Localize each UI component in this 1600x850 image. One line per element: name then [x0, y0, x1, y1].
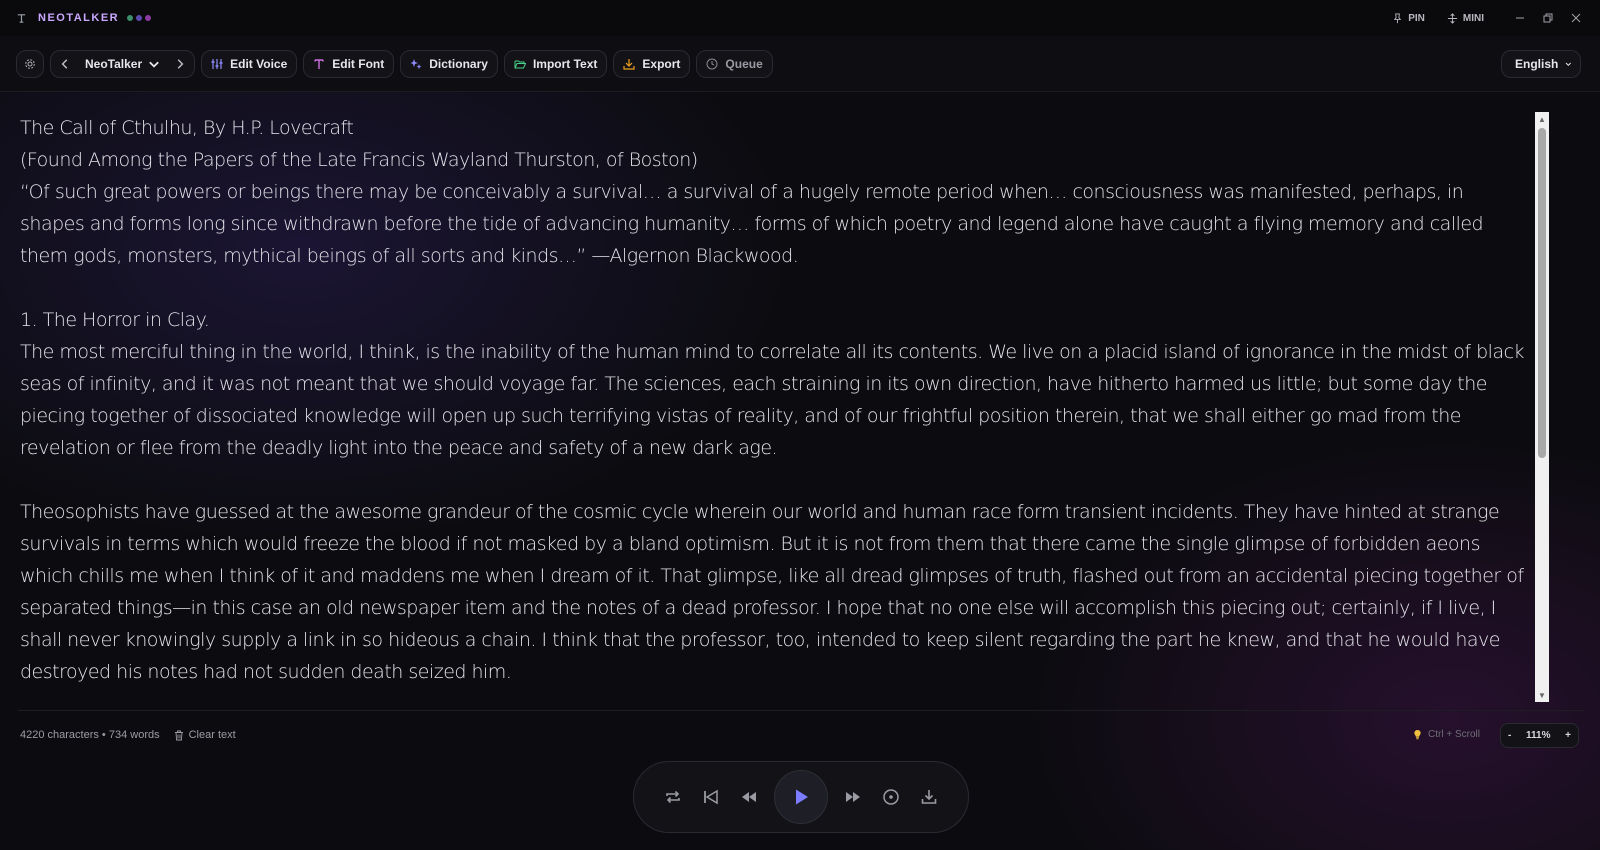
- status-dots: [127, 15, 152, 21]
- zoom-hint: Ctrl + Scroll: [1413, 729, 1480, 740]
- skip-back-button[interactable]: [692, 778, 730, 816]
- zoom-value: 111%: [1526, 730, 1551, 741]
- chevron-down-icon: [1565, 62, 1572, 66]
- pin-label: PIN: [1408, 12, 1425, 24]
- scroll-down-arrow-icon[interactable]: ▼: [1535, 688, 1549, 702]
- pin-button[interactable]: PIN: [1392, 13, 1425, 24]
- chevron-right-icon: [177, 58, 184, 69]
- language-value: English: [1515, 56, 1559, 71]
- record-button[interactable]: [872, 778, 910, 816]
- edit-voice-button[interactable]: Edit Voice: [201, 49, 298, 78]
- mini-button[interactable]: MINI: [1447, 13, 1484, 24]
- title-bar-controls: PIN MINI: [1392, 0, 1600, 36]
- voice-name: NeoTalker: [85, 56, 143, 71]
- app-logo-icon: [14, 11, 28, 25]
- close-button[interactable]: [1562, 0, 1590, 36]
- queue-button[interactable]: Queue: [696, 49, 773, 78]
- pin-icon: [1394, 12, 1402, 23]
- repeat-button[interactable]: [654, 778, 692, 816]
- edit-font-label: Edit Font: [332, 56, 385, 71]
- record-icon: [883, 789, 899, 805]
- divider: [18, 710, 1584, 711]
- voice-selector: NeoTalker: [50, 49, 196, 78]
- scroll-up-arrow-icon[interactable]: ▲: [1535, 112, 1549, 126]
- chevron-left-icon: [61, 58, 68, 69]
- doc-title: The Call of Cthulhu, By H.P. Lovecraft: [20, 117, 354, 139]
- chevron-down-icon: [149, 61, 159, 68]
- text-icon: [314, 58, 324, 69]
- gear-icon: [25, 58, 35, 69]
- toolbar: NeoTalker Edit Voice Edit Font Dictionar…: [0, 36, 1600, 92]
- sliders-icon: [211, 58, 223, 69]
- rewind-button[interactable]: [730, 778, 768, 816]
- edit-voice-label: Edit Voice: [230, 56, 288, 71]
- fast-forward-icon: [846, 792, 860, 802]
- clear-text-button[interactable]: Clear text: [174, 729, 236, 741]
- download-icon: [623, 58, 635, 70]
- voice-dropdown[interactable]: NeoTalker: [79, 57, 166, 71]
- language-select[interactable]: English: [1501, 49, 1581, 78]
- export-button[interactable]: Export: [613, 49, 691, 78]
- close-icon: [1571, 13, 1581, 23]
- dictionary-label: Dictionary: [429, 56, 488, 71]
- import-text-button[interactable]: Import Text: [503, 49, 608, 78]
- settings-button[interactable]: [16, 49, 44, 78]
- text-editor[interactable]: The Call of Cthulhu, By H.P. Lovecraft (…: [0, 92, 1530, 692]
- download-audio-button[interactable]: [910, 778, 948, 816]
- restore-icon: [1543, 13, 1553, 23]
- rewind-icon: [742, 792, 756, 802]
- queue-label: Queue: [725, 56, 763, 71]
- clock-icon: [706, 58, 718, 69]
- play-button[interactable]: [774, 770, 828, 824]
- status-dot-purple: [145, 15, 152, 21]
- status-dot-blue: [136, 15, 143, 21]
- download-icon: [921, 790, 937, 804]
- playback-controls: [633, 761, 969, 833]
- status-bar: 4220 characters • 734 words Clear text: [20, 729, 236, 741]
- paragraph-2: Theosophists have guessed at the awesome…: [20, 501, 1524, 683]
- import-text-label: Import Text: [532, 56, 598, 71]
- zoom-out-button[interactable]: -: [1508, 730, 1511, 741]
- chapter-heading: 1. The Horror in Clay.: [20, 309, 210, 331]
- skip-back-icon: [704, 789, 718, 805]
- char-word-count: 4220 characters • 734 words: [20, 729, 160, 741]
- lightbulb-icon: [1414, 730, 1421, 740]
- play-icon: [796, 789, 808, 805]
- minimize-icon: [1516, 17, 1524, 19]
- clear-text-label: Clear text: [188, 729, 236, 741]
- edit-font-button[interactable]: Edit Font: [303, 49, 395, 78]
- app-title: NEOTALKER: [38, 12, 120, 24]
- scroll-thumb[interactable]: [1538, 128, 1546, 458]
- folder-open-icon: [514, 60, 526, 68]
- zoom-control: - 111% +: [1500, 723, 1579, 748]
- repeat-icon: [666, 790, 680, 804]
- prev-voice-button[interactable]: [55, 54, 75, 74]
- dictionary-button[interactable]: Dictionary: [400, 49, 498, 78]
- next-voice-button[interactable]: [170, 54, 190, 74]
- export-label: Export: [642, 56, 681, 71]
- zoom-in-button[interactable]: +: [1565, 730, 1571, 741]
- mini-icon: [1447, 12, 1457, 24]
- app-window: NEOTALKER PIN MINI NeoTalker Edit Voice …: [0, 0, 1600, 850]
- sparkles-icon: [410, 58, 422, 69]
- title-bar: NEOTALKER PIN MINI: [0, 0, 1600, 37]
- zoom-hint-text: Ctrl + Scroll: [1428, 729, 1480, 740]
- minimize-button[interactable]: [1506, 0, 1534, 36]
- vertical-scrollbar[interactable]: ▲ ▼: [1535, 112, 1549, 702]
- fast-forward-button[interactable]: [834, 778, 872, 816]
- doc-subtitle: (Found Among the Papers of the Late Fran…: [20, 149, 698, 171]
- paragraph-1: The most merciful thing in the world, I …: [20, 341, 1525, 459]
- trash-icon: [174, 730, 183, 740]
- status-dot-green: [127, 15, 134, 21]
- mini-label: MINI: [1462, 12, 1484, 24]
- doc-epigraph: “Of such great powers or beings there ma…: [20, 181, 1484, 267]
- restore-button[interactable]: [1534, 0, 1562, 36]
